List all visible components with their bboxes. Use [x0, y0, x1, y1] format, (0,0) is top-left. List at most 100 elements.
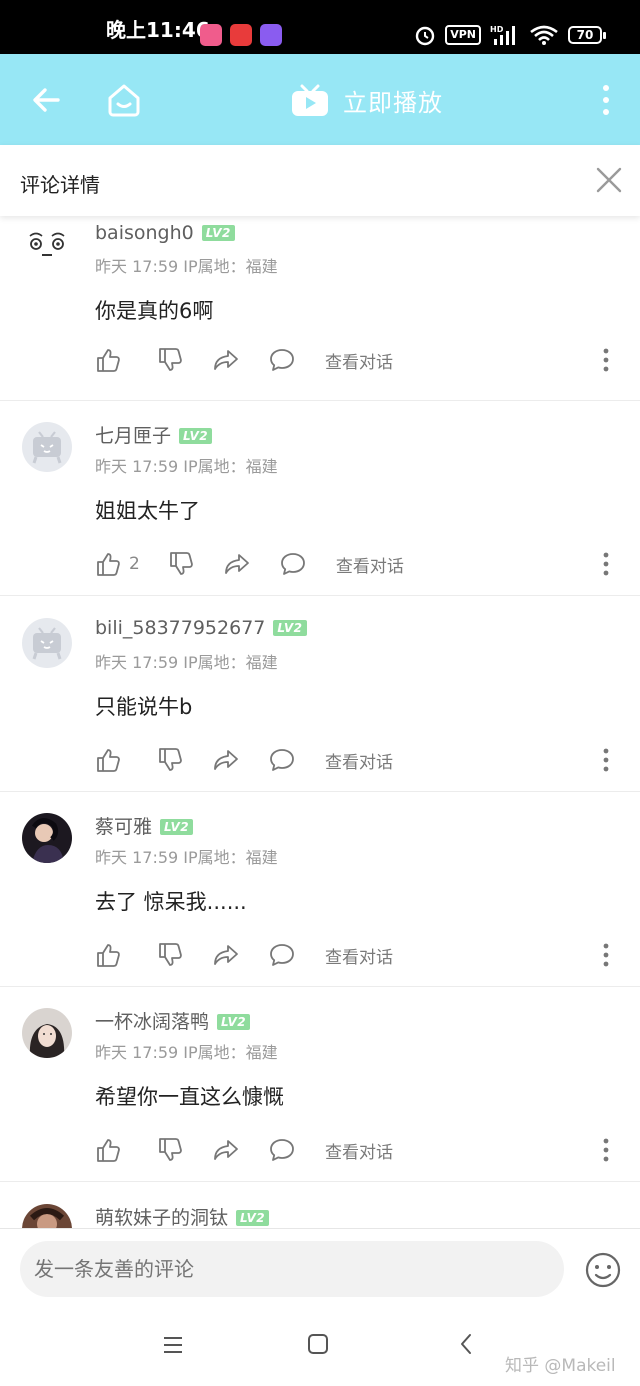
alarm-icon: [416, 26, 435, 46]
comment-item: 萌软妹子的洞钛 LV2: [0, 1183, 640, 1228]
comment-time: 昨天 17:59: [95, 653, 179, 672]
svg-text:HD: HD: [490, 25, 504, 34]
app-notification-icon: [260, 24, 282, 46]
comment-item: bili_58377952677 LV2 昨天 17:59 IP属地：福建 只能说…: [0, 597, 640, 792]
level-badge: LV2: [179, 428, 213, 444]
comment-actions: 查看对话: [95, 746, 393, 774]
close-icon[interactable]: [594, 165, 624, 195]
comment-username[interactable]: bili_58377952677 LV2: [95, 617, 307, 639]
like-icon[interactable]: [95, 347, 121, 373]
avatar[interactable]: [22, 813, 72, 863]
avatar[interactable]: [22, 1008, 72, 1058]
share-icon[interactable]: [213, 942, 239, 968]
comment-meta: 昨天 17:59 IP属地：福建: [95, 453, 278, 477]
comment-item: 一杯冰阔落鸭 LV2 昨天 17:59 IP属地：福建 希望你一直这么慷慨 查看对…: [0, 987, 640, 1182]
share-icon[interactable]: [213, 747, 239, 773]
avatar[interactable]: [22, 422, 72, 472]
status-bar: 晚上11:46 VPN HD 70: [0, 0, 640, 54]
comment-actions: 查看对话: [95, 941, 393, 969]
like-icon[interactable]: [95, 942, 121, 968]
view-conversation-link[interactable]: 查看对话: [325, 348, 393, 373]
comment-text: 只能说牛b: [95, 695, 193, 719]
ip-location: IP属地：福建: [183, 848, 278, 867]
nav-back-icon[interactable]: [458, 1333, 474, 1355]
comment-list[interactable]: baisongh0 LV2 昨天 17:59 IP属地：福建 你是真的6啊 查看对…: [0, 216, 640, 1228]
username-text[interactable]: bili_58377952677: [95, 617, 265, 639]
share-icon[interactable]: [224, 551, 250, 577]
comment-username[interactable]: baisongh0 LV2: [95, 222, 235, 244]
like-icon[interactable]: [95, 1137, 121, 1163]
username-text[interactable]: 七月匣子: [95, 425, 171, 447]
page-title: 评论详情: [20, 173, 100, 197]
more-vertical-icon[interactable]: [596, 82, 616, 118]
dislike-icon[interactable]: [157, 347, 183, 373]
comment-detail-header: 评论详情: [0, 145, 640, 216]
comment-username[interactable]: 七月匣子 LV2: [95, 421, 213, 448]
username-text[interactable]: baisongh0: [95, 222, 194, 244]
level-badge: LV2: [217, 1014, 251, 1030]
comment-compose-bar: 知乎 @Makeil: [0, 1228, 640, 1386]
comment-time: 昨天 17:59: [95, 1043, 179, 1062]
comment-more-icon[interactable]: [598, 746, 614, 774]
comment-time: 昨天 17:59: [95, 848, 179, 867]
username-text[interactable]: 萌软妹子的洞钛: [95, 1207, 228, 1228]
username-text[interactable]: 蔡可雅: [95, 816, 152, 838]
app-notification-icon: [230, 24, 252, 46]
comment-actions: 查看对话: [95, 1136, 393, 1164]
dislike-icon[interactable]: [157, 942, 183, 968]
comment-username[interactable]: 蔡可雅 LV2: [95, 812, 194, 839]
tv-play-icon[interactable]: [290, 82, 330, 118]
comment-more-icon[interactable]: [598, 550, 614, 578]
nav-recents-icon[interactable]: [162, 1335, 184, 1355]
avatar[interactable]: [22, 618, 72, 668]
share-icon[interactable]: [213, 347, 239, 373]
comment-text: 姐姐太牛了: [95, 499, 200, 523]
comment-meta: 昨天 17:59 IP属地：福建: [95, 253, 278, 277]
app-top-bar: 立即播放: [0, 54, 640, 145]
level-badge: LV2: [273, 620, 307, 636]
like-icon[interactable]: [95, 747, 121, 773]
nav-home-icon[interactable]: [307, 1333, 329, 1355]
reply-icon[interactable]: [269, 347, 295, 373]
comment-meta: 昨天 17:59 IP属地：福建: [95, 649, 278, 673]
share-icon[interactable]: [213, 1137, 239, 1163]
comment-time: 昨天 17:59: [95, 257, 179, 276]
reply-icon[interactable]: [280, 551, 306, 577]
status-time: 晚上11:46: [106, 18, 210, 42]
avatar[interactable]: [22, 1204, 72, 1228]
vpn-indicator: VPN: [445, 25, 481, 45]
view-conversation-link[interactable]: 查看对话: [325, 943, 393, 968]
like-icon[interactable]: [95, 551, 121, 577]
dislike-icon[interactable]: [168, 551, 194, 577]
comment-time: 昨天 17:59: [95, 457, 179, 476]
comment-username[interactable]: 一杯冰阔落鸭 LV2: [95, 1007, 251, 1034]
comment-input[interactable]: [20, 1241, 564, 1297]
reply-icon[interactable]: [269, 942, 295, 968]
back-arrow-icon[interactable]: [28, 82, 64, 118]
ip-location: IP属地：福建: [183, 653, 278, 672]
battery-level: 70: [568, 26, 602, 44]
comment-more-icon[interactable]: [598, 346, 614, 374]
dislike-icon[interactable]: [157, 747, 183, 773]
play-now-label[interactable]: 立即播放: [343, 83, 443, 118]
view-conversation-link[interactable]: 查看对话: [325, 1138, 393, 1163]
signal-icon: HD: [490, 25, 515, 45]
avatar[interactable]: [22, 224, 72, 274]
home-icon[interactable]: [105, 81, 143, 119]
reply-icon[interactable]: [269, 747, 295, 773]
dislike-icon[interactable]: [157, 1137, 183, 1163]
username-text[interactable]: 一杯冰阔落鸭: [95, 1011, 209, 1033]
app-notification-icon: [200, 24, 222, 46]
ip-location: IP属地：福建: [183, 257, 278, 276]
comment-more-icon[interactable]: [598, 1136, 614, 1164]
emoji-icon[interactable]: [584, 1251, 622, 1289]
battery-indicator: 70: [568, 26, 606, 44]
comment-more-icon[interactable]: [598, 941, 614, 969]
comment-username[interactable]: 萌软妹子的洞钛 LV2: [95, 1203, 270, 1228]
comment-text: 希望你一直这么慷慨: [95, 1085, 284, 1109]
reply-icon[interactable]: [269, 1137, 295, 1163]
like-count: 2: [129, 554, 140, 574]
view-conversation-link[interactable]: 查看对话: [325, 748, 393, 773]
view-conversation-link[interactable]: 查看对话: [336, 552, 404, 577]
level-badge: LV2: [236, 1210, 270, 1226]
